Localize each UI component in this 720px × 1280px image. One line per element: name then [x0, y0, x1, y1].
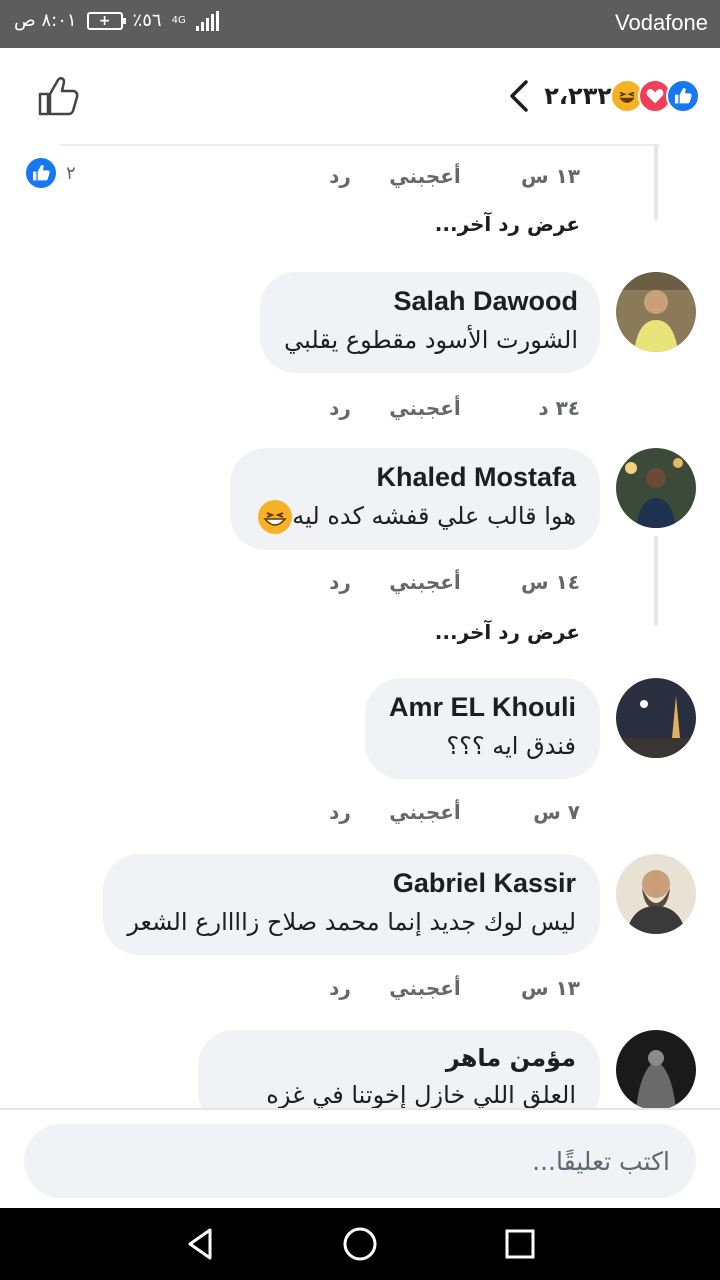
- grinning-emoji-icon: [258, 500, 293, 534]
- reaction-count: ٢: [66, 162, 76, 184]
- comment-actions: ٣٤ د أعجبني رد: [310, 396, 580, 420]
- recents-icon[interactable]: [500, 1224, 540, 1264]
- comment-author[interactable]: Amr EL Khouli: [389, 692, 576, 723]
- comment-bubble[interactable]: مؤمن ماهر العلق اللي خازل إخوتنا في غزه: [198, 1030, 600, 1108]
- reply-reaction-badge[interactable]: ٢: [24, 156, 76, 190]
- comment: Amr EL Khouli فندق ايه ؟؟؟: [364, 678, 696, 779]
- view-more-replies[interactable]: عرض رد آخر...: [435, 620, 580, 644]
- comment-bubble[interactable]: Khaled Mostafa هوا قالب علي قفشه كده ليه: [230, 448, 600, 550]
- reply-action[interactable]: رد: [310, 164, 370, 188]
- comment-text: فندق ايه ؟؟؟: [446, 732, 576, 760]
- comment-time: ١٤ س: [521, 570, 580, 594]
- reply-action[interactable]: رد: [310, 570, 370, 594]
- comment-time: ١٣ س: [521, 976, 580, 1000]
- comment-author[interactable]: Khaled Mostafa: [254, 462, 576, 493]
- like-reaction-icon: [666, 79, 700, 113]
- comment-text-row: هوا قالب علي قفشه كده ليه: [254, 499, 576, 534]
- comment-text: هوا قالب علي قفشه كده ليه: [292, 502, 576, 530]
- like-action[interactable]: أعجبني: [370, 800, 480, 824]
- comment-author[interactable]: Salah Dawood: [284, 286, 578, 317]
- avatar[interactable]: [616, 1030, 696, 1108]
- status-time: ٨:٠١ ص: [14, 10, 77, 31]
- back-icon[interactable]: [180, 1224, 220, 1264]
- comments-header: ٢،٢٣٢: [0, 48, 720, 146]
- comment-text: ليس لوك جديد إنما محمد صلاح زاااارع الشع…: [127, 908, 576, 936]
- comment: Khaled Mostafa هوا قالب علي قفشه كده ليه: [230, 448, 696, 550]
- comment-time: ٧ س: [533, 800, 580, 824]
- comment-list[interactable]: ١٣ س أعجبني رد ٢ عرض رد آخر... Salah Daw…: [0, 144, 720, 1108]
- network-type: 4G: [171, 14, 186, 26]
- comment-input-placeholder: اكتب تعليقًا...: [532, 1146, 670, 1176]
- comment-actions: ١٣ س أعجبني رد: [310, 164, 580, 188]
- reply-action[interactable]: رد: [310, 800, 370, 824]
- battery-icon: +: [86, 11, 126, 30]
- carrier-name: Vodafone: [615, 10, 708, 35]
- home-icon[interactable]: [340, 1224, 380, 1264]
- comment-text: الشورت الأسود مقطوع يقلبي: [284, 326, 578, 354]
- system-nav-bar: [0, 1208, 720, 1280]
- avatar[interactable]: [616, 272, 696, 352]
- status-bar: ٨:٠١ ص + ٪٥٦ 4G Vodafone: [0, 0, 720, 48]
- thread-line: [654, 144, 658, 220]
- comment-bubble[interactable]: Salah Dawood الشورت الأسود مقطوع يقلبي: [260, 272, 600, 373]
- view-more-replies[interactable]: عرض رد آخر...: [435, 212, 580, 236]
- avatar[interactable]: [616, 678, 696, 758]
- avatar[interactable]: [616, 854, 696, 934]
- thread-line: [654, 536, 658, 626]
- comment-author[interactable]: Gabriel Kassir: [127, 868, 576, 899]
- comment-bubble[interactable]: Amr EL Khouli فندق ايه ؟؟؟: [364, 678, 600, 779]
- like-action[interactable]: أعجبني: [370, 976, 480, 1000]
- reaction-summary[interactable]: ٢،٢٣٢: [506, 78, 700, 114]
- comment-time: ١٣ س: [521, 164, 580, 188]
- like-action[interactable]: أعجبني: [370, 164, 480, 188]
- comment-actions: ١٤ س أعجبني رد: [310, 570, 580, 594]
- comment: مؤمن ماهر العلق اللي خازل إخوتنا في غزه: [198, 1030, 696, 1108]
- like-reaction-icon: [24, 156, 58, 190]
- status-indicators: ٨:٠١ ص + ٪٥٦ 4G: [14, 10, 219, 31]
- comment-bubble[interactable]: Gabriel Kassir ليس لوك جديد إنما محمد صل…: [103, 854, 600, 955]
- comment-actions: ١٣ س أعجبني رد: [310, 976, 580, 1000]
- comment-text: العلق اللي خازل إخوتنا في غزه: [266, 1081, 576, 1108]
- composer-bar: اكتب تعليقًا...: [0, 1108, 720, 1208]
- like-action[interactable]: أعجبني: [370, 570, 480, 594]
- reply-action[interactable]: رد: [310, 976, 370, 1000]
- battery-percent: ٪٥٦: [132, 10, 162, 31]
- reply-action[interactable]: رد: [310, 396, 370, 420]
- avatar[interactable]: [616, 448, 696, 528]
- signal-icon: [195, 10, 219, 31]
- comment-input[interactable]: اكتب تعليقًا...: [24, 1124, 696, 1198]
- comment: Salah Dawood الشورت الأسود مقطوع يقلبي: [260, 272, 696, 373]
- back-chevron-icon[interactable]: [506, 78, 534, 114]
- comment-time: ٣٤ د: [538, 396, 580, 420]
- comment-actions: ٧ س أعجبني رد: [310, 800, 580, 824]
- like-action[interactable]: أعجبني: [370, 396, 480, 420]
- like-outline-icon[interactable]: [36, 74, 80, 118]
- reaction-count: ٢،٢٣٢: [544, 82, 612, 110]
- comment: Gabriel Kassir ليس لوك جديد إنما محمد صل…: [103, 854, 696, 955]
- comment-author[interactable]: مؤمن ماهر: [222, 1044, 576, 1072]
